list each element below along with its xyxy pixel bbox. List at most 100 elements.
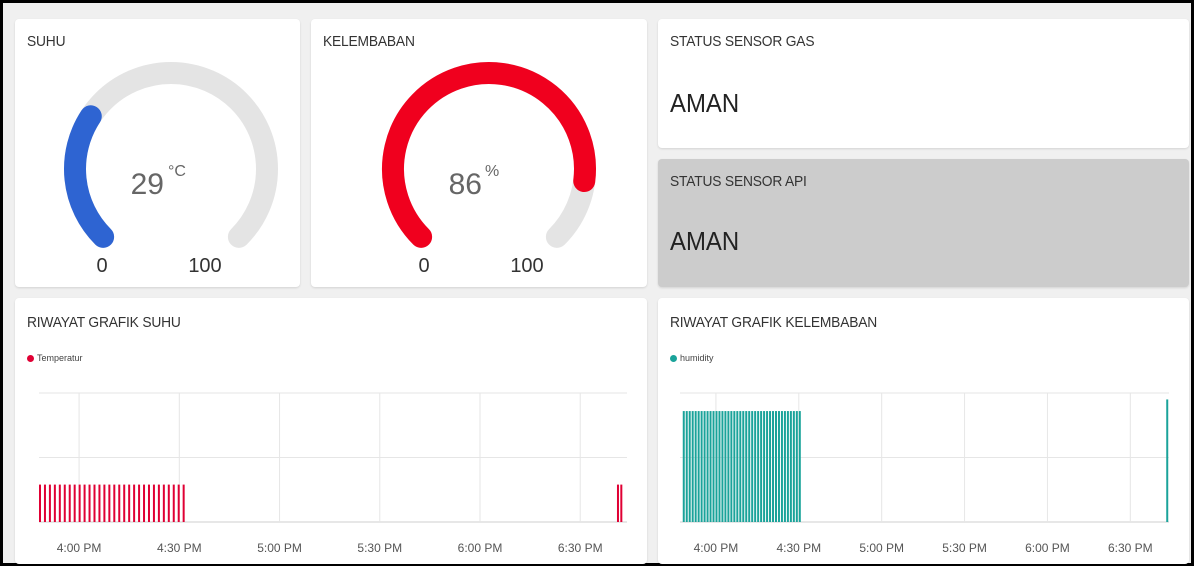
suhu-chart-x-tick-label: 6:00 PM	[458, 541, 503, 555]
kelembaban-value: 86	[449, 168, 482, 201]
suhu-chart-bar	[118, 484, 121, 522]
kelembaban-chart-bar	[798, 411, 801, 522]
suhu-unit: °C	[168, 163, 186, 180]
kelembaban-min-label: 0	[418, 255, 429, 277]
suhu-chart-bar	[138, 484, 141, 522]
kelembaban-chart-bar	[694, 411, 697, 522]
suhu-chart-bar	[152, 484, 155, 522]
kelembaban-chart-bar	[721, 411, 724, 522]
suhu-chart-bar	[143, 484, 146, 522]
api-status-card: STATUS SENSOR API AMAN	[658, 159, 1189, 287]
suhu-chart-bar	[58, 484, 61, 522]
kelembaban-chart-bar	[742, 411, 745, 522]
kelembaban-chart-bar	[718, 411, 721, 522]
suhu-chart-card: RIWAYAT GRAFIK SUHU Temperatur 4:00 PM 4:…	[15, 298, 647, 564]
kelembaban-chart-bar	[757, 411, 760, 522]
suhu-chart-x-tick-label: 5:30 PM	[357, 541, 402, 555]
kelembaban-chart-bar	[745, 411, 748, 522]
suhu-chart-bar	[103, 484, 106, 522]
suhu-chart-x-tick-label: 5:00 PM	[257, 541, 302, 555]
suhu-chart-bar	[128, 484, 131, 522]
suhu-chart-bar	[63, 484, 66, 522]
kelembaban-chart-x-tick-label: 4:30 PM	[776, 541, 821, 555]
kelembaban-card: KELEMBABAN 86 % 0 100	[311, 19, 647, 287]
gas-status-card: STATUS SENSOR GAS AMAN	[658, 19, 1189, 148]
suhu-chart-bar	[108, 484, 111, 522]
kelembaban-chart-bar	[769, 411, 772, 522]
kelembaban-chart-bar	[697, 411, 700, 522]
kelembaban-chart-bar	[700, 411, 703, 522]
kelembaban-chart-bar	[760, 411, 763, 522]
kelembaban-chart-bar	[739, 411, 742, 522]
kelembaban-chart-x-tick-label: 5:00 PM	[859, 541, 904, 555]
kelembaban-chart-bar	[795, 411, 798, 522]
suhu-chart-bar	[167, 484, 170, 522]
suhu-chart-bar	[147, 484, 150, 522]
suhu-chart-bar	[39, 484, 41, 522]
kelembaban-chart-bar	[703, 411, 706, 522]
gas-status-value: AMAN	[670, 88, 740, 118]
suhu-chart-x-tick-label: 4:00 PM	[57, 541, 102, 555]
suhu-chart-bar	[68, 484, 71, 522]
kelembaban-chart-x-tick-label: 4:00 PM	[694, 541, 739, 555]
kelembaban-chart-bar	[783, 411, 786, 522]
dashboard: SUHU 29 °C 0 100 KELEMBABAN 86 % 0 100 S…	[0, 0, 1194, 566]
suhu-card: SUHU 29 °C 0 100	[15, 19, 300, 287]
kelembaban-chart-bar	[763, 411, 766, 522]
kelembaban-chart-bar	[777, 411, 780, 522]
suhu-gauge-fill	[64, 105, 115, 248]
suhu-chart-bar	[620, 484, 623, 522]
api-status-value: AMAN	[670, 226, 740, 256]
kelembaban-chart-bar	[727, 411, 730, 522]
suhu-chart-bar	[616, 484, 619, 522]
kelembaban-chart-bar	[682, 411, 685, 522]
kelembaban-chart-bar	[1166, 399, 1169, 522]
suhu-chart-bar	[133, 484, 136, 522]
kelembaban-chart-bar	[754, 411, 757, 522]
kelembaban-chart-bar	[730, 411, 733, 522]
kelembaban-chart-bar	[792, 411, 795, 522]
suhu-chart-bar	[182, 484, 185, 522]
kelembaban-chart-bar	[709, 411, 712, 522]
suhu-chart-bar	[88, 484, 91, 522]
suhu-max-label: 100	[188, 255, 221, 277]
suhu-chart-bar	[123, 484, 126, 522]
suhu-gauge: 29 °C 0 100	[64, 62, 278, 277]
kelembaban-chart-bar	[766, 411, 769, 522]
kelembaban-chart-bar	[712, 411, 715, 522]
kelembaban-chart-plot: 4:00 PM 4:30 PM 5:00 PM 5:30 PM 6:00 PM 6:30 …	[680, 392, 1169, 555]
suhu-chart-bar	[78, 484, 81, 522]
kelembaban-chart-x-tick-label: 5:30 PM	[942, 541, 987, 555]
kelembaban-max-label: 100	[510, 255, 543, 277]
kelembaban-unit: %	[485, 163, 499, 180]
kelembaban-chart-x-tick-label: 6:00 PM	[1025, 541, 1070, 555]
suhu-chart-bar	[83, 484, 86, 522]
suhu-chart-bar	[162, 484, 165, 522]
kelembaban-chart-bar	[733, 411, 736, 522]
suhu-min-label: 0	[96, 255, 107, 277]
suhu-value: 29	[131, 168, 164, 201]
kelembaban-chart-bar	[685, 411, 688, 522]
suhu-chart-bar	[73, 484, 76, 522]
kelembaban-chart-bar	[772, 411, 775, 522]
kelembaban-chart-bar	[751, 411, 754, 522]
kelembaban-chart-bar	[780, 411, 783, 522]
kelembaban-chart-bar	[789, 411, 792, 522]
kelembaban-chart-bar	[724, 411, 727, 522]
gas-status-title: STATUS SENSOR GAS	[670, 33, 815, 50]
suhu-chart-bar	[48, 484, 51, 522]
suhu-chart-bar	[43, 484, 46, 522]
suhu-chart-x-tick-label: 4:30 PM	[157, 541, 202, 555]
suhu-chart-bar	[53, 484, 56, 522]
suhu-chart-bar	[113, 484, 116, 522]
kelembaban-chart-bar	[691, 411, 694, 522]
kelembaban-chart-bar	[736, 411, 739, 522]
kelembaban-chart-bar	[715, 411, 718, 522]
kelembaban-gauge: 86 % 0 100	[382, 62, 596, 277]
suhu-chart-bar	[177, 484, 180, 522]
suhu-chart-bar	[172, 484, 175, 522]
suhu-chart-x-tick-label: 6:30 PM	[558, 541, 603, 555]
kelembaban-chart-bar	[706, 411, 709, 522]
kelembaban-gauge-fill	[382, 62, 596, 248]
kelembaban-chart-card: RIWAYAT GRAFIK KELEMBABAN humidity 4:00 …	[658, 298, 1189, 564]
